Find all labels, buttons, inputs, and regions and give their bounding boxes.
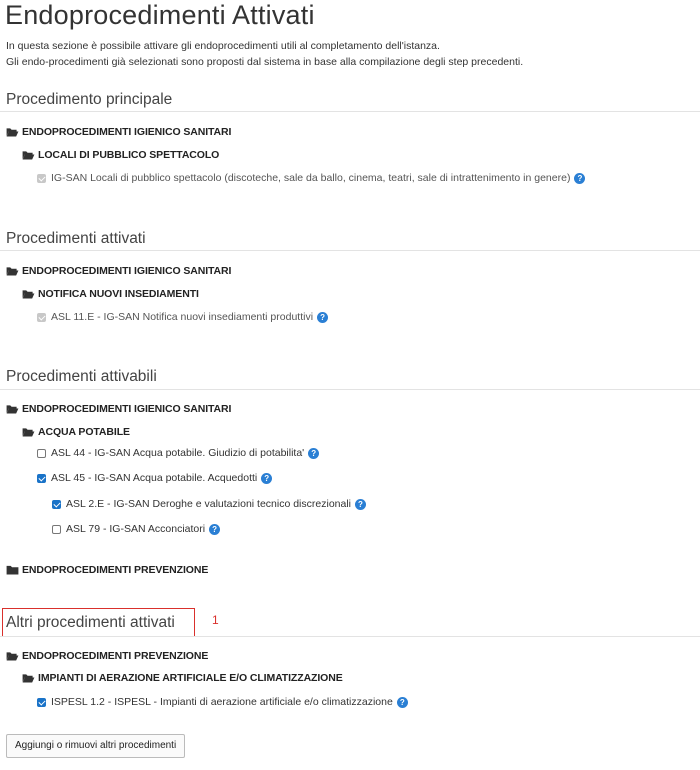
tree-item-locali-pubblico-spettacolo: IG-SAN Locali di pubblico spettacolo (di… xyxy=(37,172,586,184)
tree-item-ispesl-12[interactable]: ISPESL 1.2 - ISPESL - Impianti di aerazi… xyxy=(37,696,408,708)
tree-item-asl-45[interactable]: ASL 45 - IG-SAN Acqua potabile. Acquedot… xyxy=(37,472,273,484)
tree-group-label: ENDOPROCEDIMENTI IGIENICO SANITARI xyxy=(22,126,232,138)
disabled-checked-checkbox xyxy=(37,312,46,322)
question-circle-icon[interactable]: ? xyxy=(317,311,329,323)
tree-group-prevenzione[interactable]: ENDOPROCEDIMENTI PREVENZIONE xyxy=(6,650,208,662)
folder-open-icon xyxy=(6,651,19,661)
tree-item-label: ASL 2.E - IG-SAN Deroghe e valutazioni t… xyxy=(66,498,351,510)
checkbox[interactable] xyxy=(52,524,61,534)
tree-subgroup-label: IMPIANTI DI AERAZIONE ARTIFICIALE E/O CL… xyxy=(38,672,343,684)
tree-item-label: ASL 45 - IG-SAN Acqua potabile. Acquedot… xyxy=(51,472,258,484)
checkbox[interactable] xyxy=(37,448,46,458)
folder-open-icon xyxy=(6,404,19,414)
question-circle-icon[interactable]: ? xyxy=(574,172,586,184)
folder-open-icon xyxy=(6,266,19,276)
section-title-principale: Procedimento principale xyxy=(6,91,173,108)
section-divider xyxy=(0,250,700,251)
tree-item-label: ASL 44 - IG-SAN Acqua potabile. Giudizio… xyxy=(51,447,305,459)
tree-group-igienico-sanitari[interactable]: ENDOPROCEDIMENTI IGIENICO SANITARI xyxy=(6,265,231,277)
tree-group-label: ENDOPROCEDIMENTI IGIENICO SANITARI xyxy=(22,403,232,415)
section-divider xyxy=(0,636,700,637)
tree-item-label: ASL 79 - IG-SAN Acconciatori xyxy=(66,523,206,535)
add-remove-procedures-button[interactable]: Aggiungi o rimuovi altri procedimenti xyxy=(6,734,186,758)
question-circle-icon[interactable]: ? xyxy=(261,472,273,484)
section-divider xyxy=(0,389,700,390)
tree-item-label: ASL 11.E - IG-SAN Notifica nuovi insedia… xyxy=(51,311,314,323)
section-title-attivabili: Procedimenti attivabili xyxy=(6,368,157,385)
section-title-altri: Altri procedimenti attivati xyxy=(6,614,175,631)
checked-checkbox[interactable] xyxy=(52,499,61,509)
folder-open-icon xyxy=(22,150,35,160)
tree-item-asl-79[interactable]: ASL 79 - IG-SAN Acconciatori ? xyxy=(52,523,221,535)
section-divider xyxy=(0,111,700,112)
tree-group-igienico-sanitari[interactable]: ENDOPROCEDIMENTI IGIENICO SANITARI xyxy=(6,126,231,138)
question-circle-icon[interactable]: ? xyxy=(355,498,366,510)
tree-item-asl-44[interactable]: ASL 44 - IG-SAN Acqua potabile. Giudizio… xyxy=(37,447,320,459)
intro-text-line-1: In questa sezione è possibile attivare g… xyxy=(6,40,440,52)
question-circle-icon[interactable]: ? xyxy=(308,447,320,459)
folder-open-icon xyxy=(6,127,19,137)
tree-subgroup-locali-pubblico-spettacolo[interactable]: LOCALI DI PUBBLICO SPETTACOLO xyxy=(22,149,219,161)
tree-subgroup-impianti-aerazione[interactable]: IMPIANTI DI AERAZIONE ARTIFICIALE E/O CL… xyxy=(22,672,343,684)
checked-checkbox[interactable] xyxy=(37,697,46,707)
tree-group-label: ENDOPROCEDIMENTI PREVENZIONE xyxy=(22,564,209,576)
tree-subgroup-label: NOTIFICA NUOVI INSEDIAMENTI xyxy=(38,288,199,300)
page: Endoprocedimenti Attivati In questa sezi… xyxy=(0,0,700,770)
folder-open-icon xyxy=(22,289,35,299)
tree-item-label: IG-SAN Locali di pubblico spettacolo (di… xyxy=(51,172,571,184)
folder-open-icon xyxy=(22,427,35,437)
tree-group-label: ENDOPROCEDIMENTI IGIENICO SANITARI xyxy=(22,265,232,277)
tree-subgroup-notifica-nuovi-insediamenti[interactable]: NOTIFICA NUOVI INSEDIAMENTI xyxy=(22,288,199,300)
tree-subgroup-label: ACQUA POTABILE xyxy=(38,426,130,438)
folder-closed-icon xyxy=(6,565,19,575)
tree-group-prevenzione[interactable]: ENDOPROCEDIMENTI PREVENZIONE xyxy=(6,564,208,576)
tree-item-asl-11e: ASL 11.E - IG-SAN Notifica nuovi insedia… xyxy=(37,311,329,323)
section-title-attivati: Procedimenti attivati xyxy=(6,230,146,247)
tree-group-igienico-sanitari[interactable]: ENDOPROCEDIMENTI IGIENICO SANITARI xyxy=(6,403,231,415)
question-circle-icon[interactable]: ? xyxy=(396,696,408,708)
question-circle-icon[interactable]: ? xyxy=(209,523,221,535)
checked-checkbox[interactable] xyxy=(37,473,46,483)
tree-subgroup-label: LOCALI DI PUBBLICO SPETTACOLO xyxy=(38,149,220,161)
disabled-checked-checkbox xyxy=(37,173,46,183)
tree-item-label: ISPESL 1.2 - ISPESL - Impianti di aerazi… xyxy=(51,696,393,708)
folder-open-icon xyxy=(22,673,35,683)
tree-group-label: ENDOPROCEDIMENTI PREVENZIONE xyxy=(22,650,209,662)
intro-text-line-2: Gli endo-procedimenti già selezionati so… xyxy=(6,56,524,68)
tree-item-asl-2e[interactable]: ASL 2.E - IG-SAN Deroghe e valutazioni t… xyxy=(52,498,366,510)
annotation-number: 1 xyxy=(212,613,219,627)
page-title: Endoprocedimenti Attivati xyxy=(5,0,315,30)
tree-subgroup-acqua-potabile[interactable]: ACQUA POTABILE xyxy=(22,426,130,438)
